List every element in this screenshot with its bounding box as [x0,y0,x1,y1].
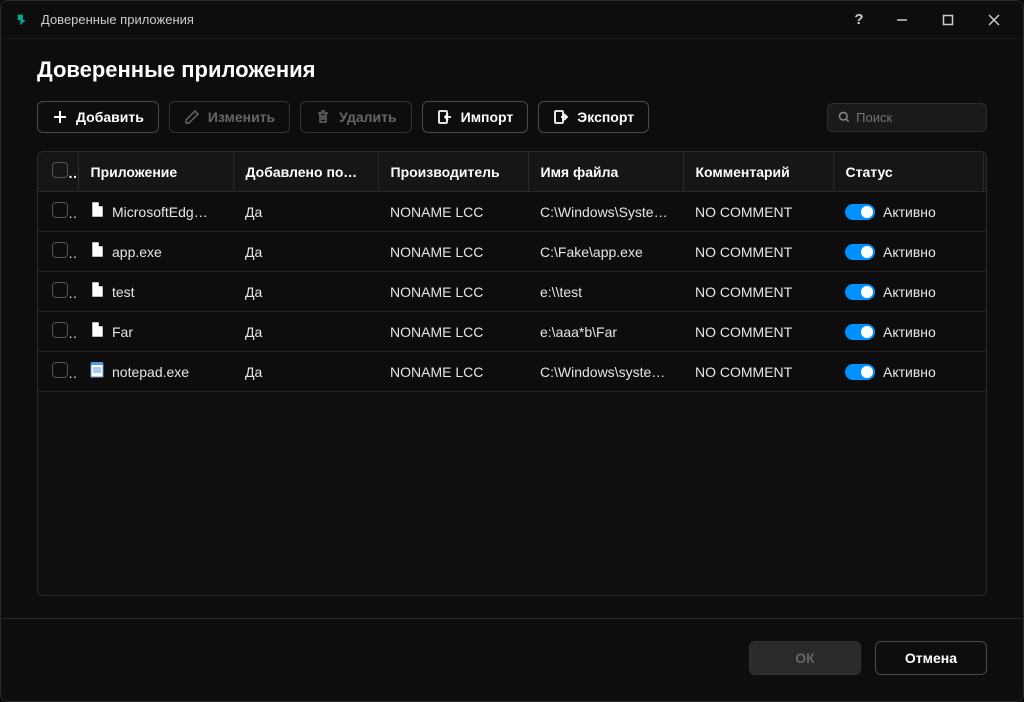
cell-filename: C:\Fake\app.exe [528,232,683,272]
row-checkbox[interactable] [52,322,68,338]
delete-button[interactable]: Удалить [300,101,411,133]
app-file-icon [90,322,104,341]
cell-comment: NO COMMENT [683,232,833,272]
table-row[interactable]: Far ДаNONAME LCCe:\aaa*b\FarNO COMMENT Акт… [38,312,987,352]
cell-filename: C:\Windows\system… [528,352,683,392]
header-app[interactable]: Приложение [78,152,233,192]
page-title: Доверенные приложения [37,57,987,83]
titlebar: Доверенные приложения ? [1,1,1023,39]
cell-filename: e:\\test [528,272,683,312]
export-icon [553,109,569,125]
header-spacer [983,152,987,192]
maximize-icon [941,13,955,27]
search-field[interactable] [827,103,987,132]
app-file-icon [90,282,104,301]
import-icon [437,109,453,125]
app-file-icon [90,202,104,221]
cell-added: Да [233,352,378,392]
header-added[interactable]: Добавлено польз… [233,152,378,192]
ok-button[interactable]: ОК [749,641,861,675]
plus-icon [52,109,68,125]
app-logo-icon [15,12,31,28]
toolbar: Добавить Изменить Удалить Импорт [37,101,987,133]
status-toggle[interactable] [845,324,875,340]
cell-app: notepad.exe [112,364,189,380]
cell-manufacturer: NONAME LCC [378,232,528,272]
row-checkbox[interactable] [52,242,68,258]
trash-icon [315,109,331,125]
cell-app: app.exe [112,244,162,260]
cell-comment: NO COMMENT [683,192,833,232]
cell-manufacturer: NONAME LCC [378,272,528,312]
cell-comment: NO COMMENT [683,312,833,352]
pencil-icon [184,109,200,125]
cell-manufacturer: NONAME LCC [378,352,528,392]
header-filename[interactable]: Имя файла [528,152,683,192]
apps-table: Приложение Добавлено польз… Производител… [37,151,987,596]
edit-button[interactable]: Изменить [169,101,290,133]
import-button[interactable]: Импорт [422,101,529,133]
app-file-icon [90,362,104,381]
edit-label: Изменить [208,109,275,125]
row-checkbox[interactable] [52,282,68,298]
window-controls: ? [841,5,1015,35]
dialog-footer: ОК Отмена [1,618,1023,701]
cell-filename: e:\aaa*b\Far [528,312,683,352]
maximize-button[interactable] [927,5,969,35]
export-label: Экспорт [577,109,634,125]
cell-status: Активно [883,324,936,340]
row-checkbox[interactable] [52,362,68,378]
row-checkbox[interactable] [52,202,68,218]
cell-added: Да [233,192,378,232]
cell-status: Активно [883,364,936,380]
header-manufacturer[interactable]: Производитель [378,152,528,192]
status-toggle[interactable] [845,244,875,260]
table-row[interactable]: test ДаNONAME LCCe:\\testNO COMMENT Активн… [38,272,987,312]
table-empty-area [38,392,986,595]
search-icon [838,110,850,124]
app-window: Доверенные приложения ? Доверенные прило… [0,0,1024,702]
status-toggle[interactable] [845,204,875,220]
cell-comment: NO COMMENT [683,352,833,392]
cell-filename: C:\Windows\System… [528,192,683,232]
help-button[interactable]: ? [841,5,877,35]
content: Доверенные приложения Добавить Изменить … [1,39,1023,596]
add-button[interactable]: Добавить [37,101,159,133]
cell-added: Да [233,312,378,352]
cell-app: MicrosoftEdg… [112,204,208,220]
minimize-icon [895,13,909,27]
cancel-button[interactable]: Отмена [875,641,987,675]
status-toggle[interactable] [845,284,875,300]
cell-added: Да [233,272,378,312]
app-file-icon [90,242,104,261]
export-button[interactable]: Экспорт [538,101,649,133]
cell-status: Активно [883,284,936,300]
status-toggle[interactable] [845,364,875,380]
delete-label: Удалить [339,109,396,125]
add-label: Добавить [76,109,144,125]
header-checkbox[interactable] [38,152,78,192]
cell-status: Активно [883,244,936,260]
table-row[interactable]: app.exe ДаNONAME LCCC:\Fake\app.exeNO COM… [38,232,987,272]
import-label: Импорт [461,109,514,125]
cell-app: test [112,284,135,300]
header-status[interactable]: Статус [833,152,983,192]
search-input[interactable] [856,110,976,125]
cell-added: Да [233,232,378,272]
close-button[interactable] [973,5,1015,35]
header-comment[interactable]: Комментарий [683,152,833,192]
cell-comment: NO COMMENT [683,272,833,312]
cell-manufacturer: NONAME LCC [378,192,528,232]
table-row[interactable]: notepad.exe ДаNONAME LCCC:\Windows\system… [38,352,987,392]
close-icon [987,13,1001,27]
table-row[interactable]: MicrosoftEdg… ДаNONAME LCCC:\Windows\Syst… [38,192,987,232]
table-header-row: Приложение Добавлено польз… Производител… [38,152,987,192]
window-title: Доверенные приложения [41,12,841,27]
minimize-button[interactable] [881,5,923,35]
cell-status: Активно [883,204,936,220]
cell-manufacturer: NONAME LCC [378,312,528,352]
cell-app: Far [112,324,133,340]
